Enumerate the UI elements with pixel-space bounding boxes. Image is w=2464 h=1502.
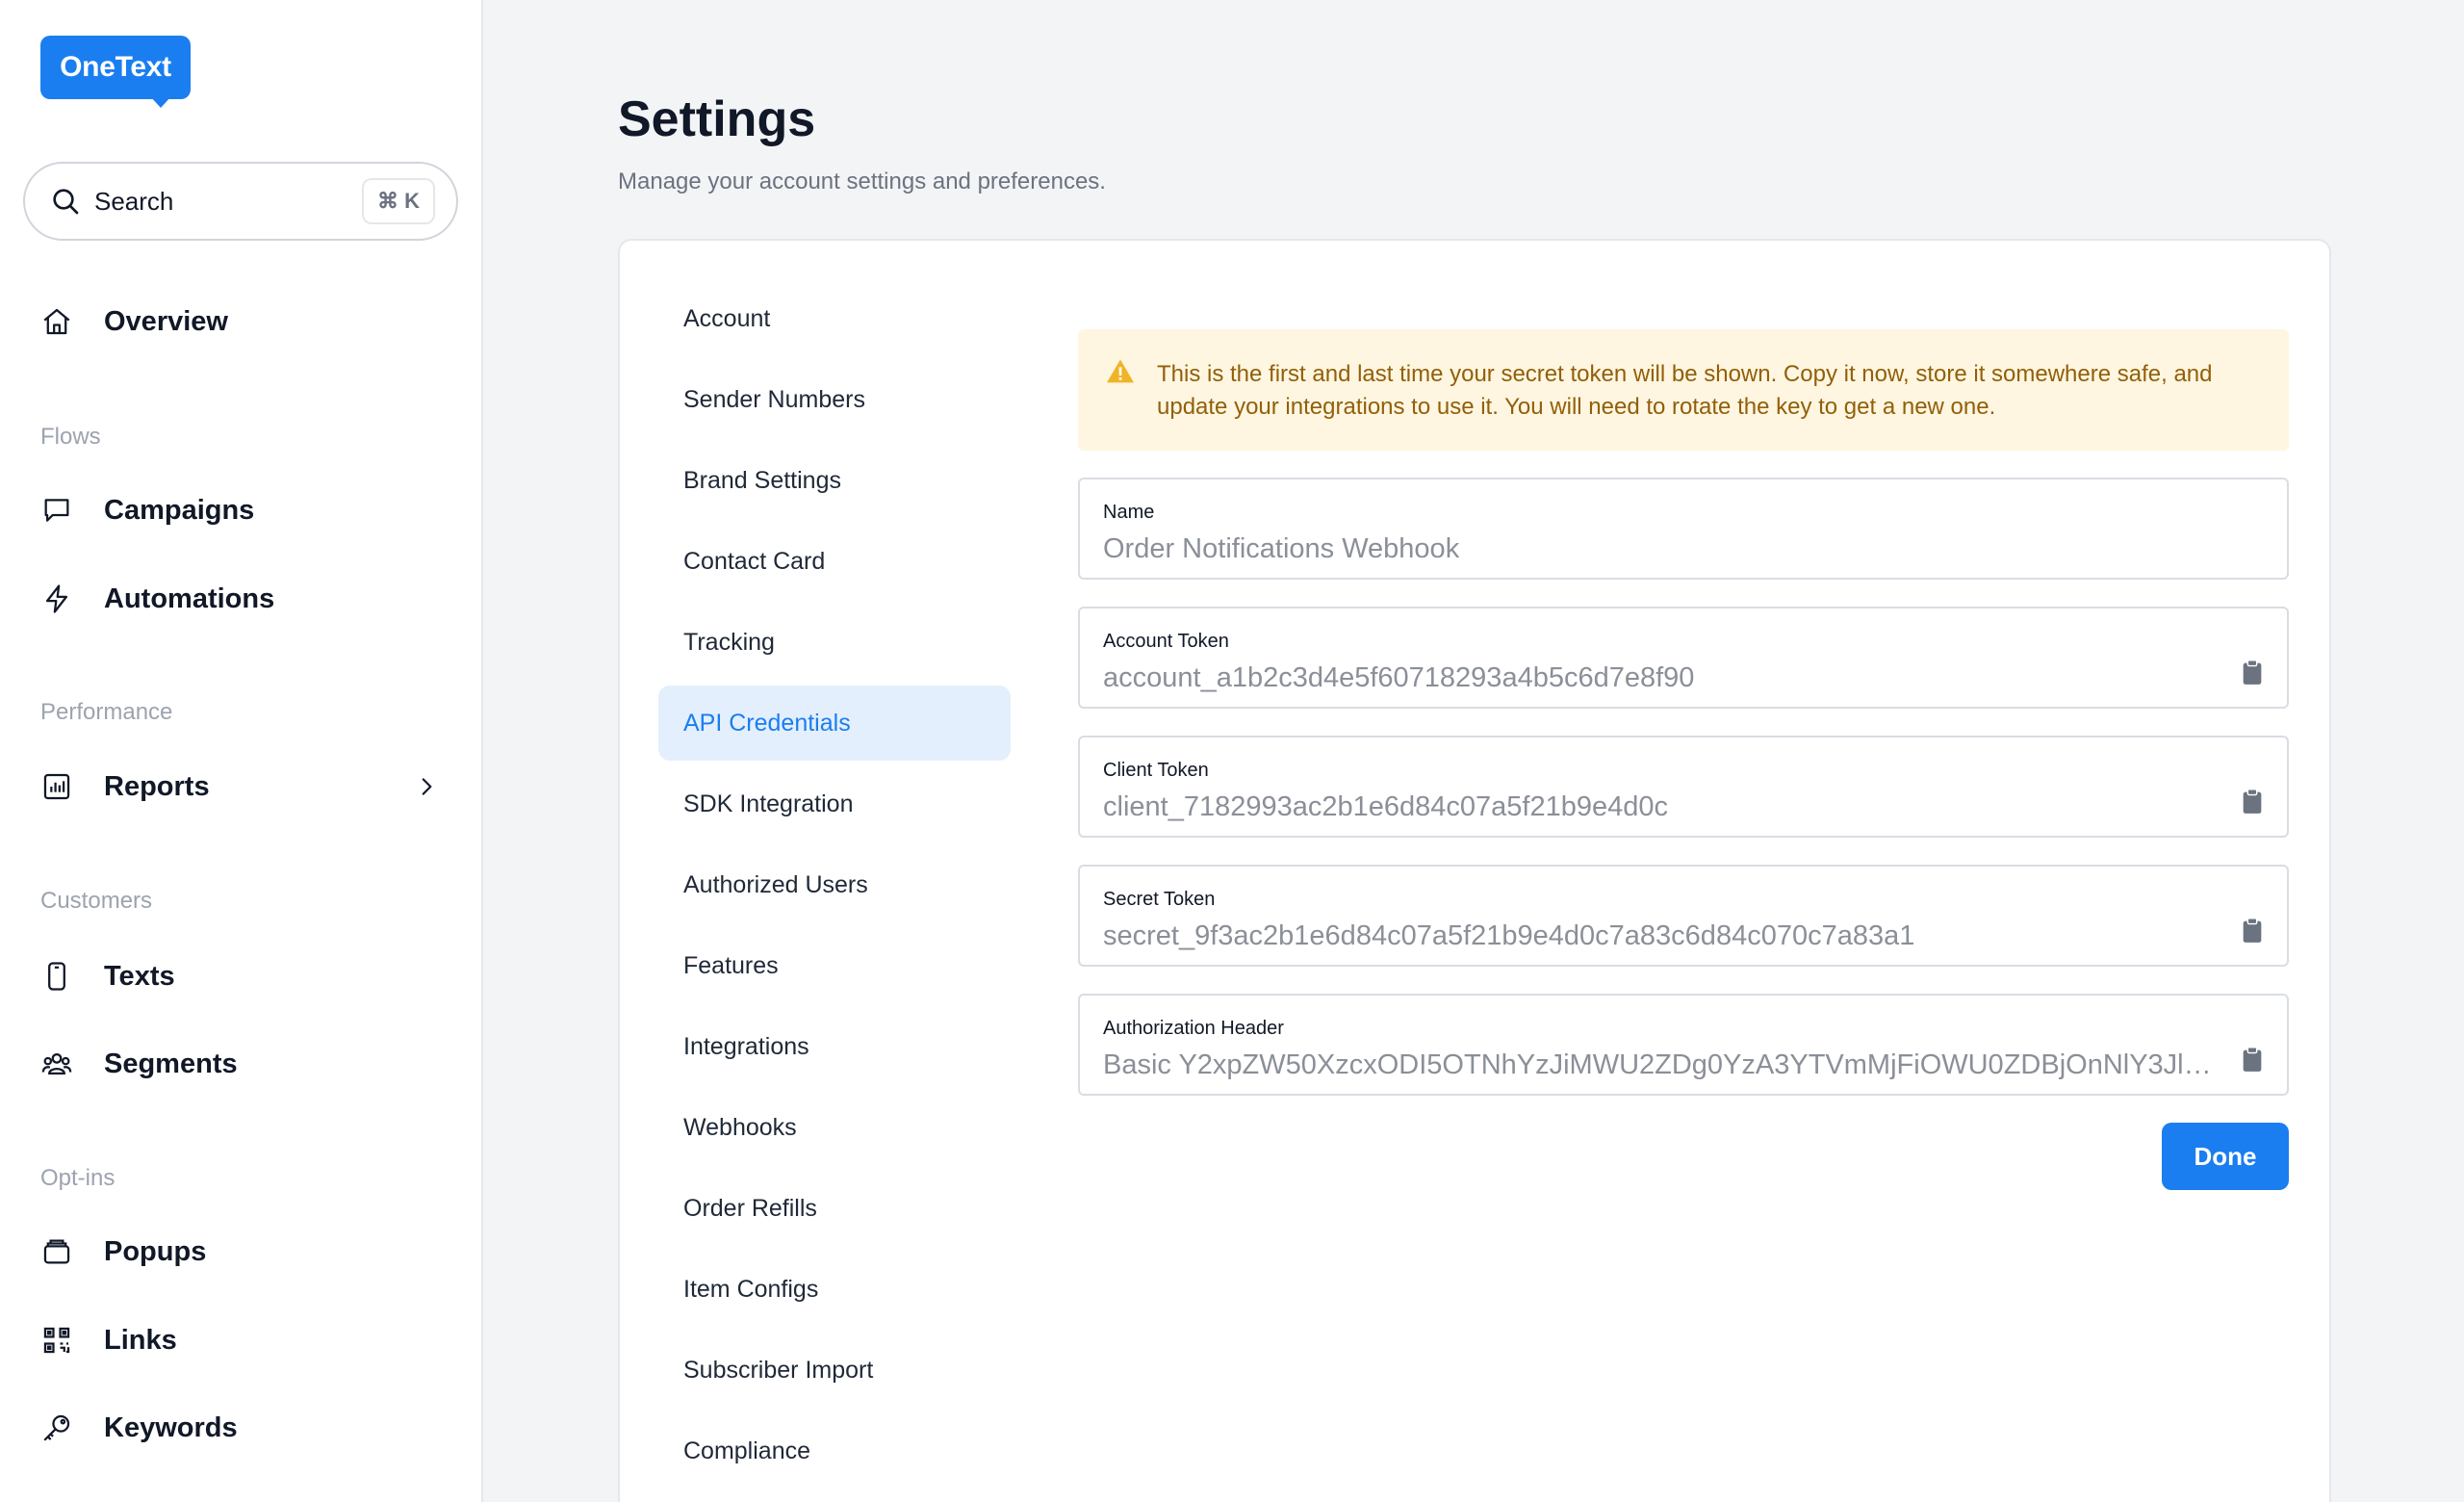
settings-nav-item[interactable]: Order Refills	[658, 1171, 1011, 1246]
authorization-header-value[interactable]: Basic Y2xpZW50XzcxODI5OTNhYzJiMWU2ZDg0Yz…	[1103, 1049, 2262, 1081]
name-field[interactable]: Name Order Notifications Webhook	[1078, 478, 2289, 580]
section-label-flows: Flows	[40, 424, 101, 450]
sidebar-item-popups[interactable]: Popups	[40, 1218, 445, 1285]
sidebar-item-label: Texts	[104, 960, 175, 992]
phone-icon	[48, 962, 65, 991]
account-token-field[interactable]: Account Token account_a1b2c3d4e5f6071829…	[1078, 607, 2289, 709]
sidebar-item-label: Reports	[104, 770, 210, 802]
sidebar-item-label: Campaigns	[104, 494, 255, 526]
warning-icon	[1107, 359, 1134, 383]
field-label: Authorization Header	[1103, 1018, 1284, 1039]
app-root: OneText Search ⌘ K Overview Flows Campai…	[0, 0, 2464, 1502]
page-subtitle: Manage your account settings and prefere…	[618, 168, 1106, 194]
window-stack-icon	[43, 1239, 70, 1264]
settings-nav-item[interactable]: Webhooks	[658, 1090, 1011, 1165]
sidebar-item-label: Overview	[104, 305, 228, 337]
chat-bubble-icon	[44, 499, 69, 522]
sidebar: OneText Search ⌘ K Overview Flows Campai…	[0, 0, 483, 1502]
name-value[interactable]: Order Notifications Webhook	[1103, 533, 2262, 565]
clipboard-icon[interactable]	[2241, 659, 2264, 686]
client-token-field[interactable]: Client Token client_7182993ac2b1e6d84c07…	[1078, 736, 2289, 838]
settings-nav-item[interactable]: Subscriber Import	[658, 1333, 1011, 1408]
settings-nav-item[interactable]: Compliance	[658, 1413, 1011, 1489]
sidebar-item-segments[interactable]: Segments	[40, 1030, 445, 1098]
settings-nav: Account Sender Numbers Brand Settings Conta…	[658, 281, 1011, 1494]
settings-nav-item[interactable]: API Credentials	[658, 686, 1011, 761]
clipboard-icon[interactable]	[2241, 1046, 2264, 1073]
search-label: Search	[94, 186, 174, 216]
done-button[interactable]: Done	[2162, 1123, 2289, 1190]
warning-text: This is the first and last time your sec…	[1157, 361, 2213, 420]
field-label: Account Token	[1103, 631, 1229, 652]
secret-token-warning: This is the first and last time your sec…	[1078, 329, 2289, 451]
qr-code-icon	[43, 1327, 70, 1354]
bar-chart-icon	[43, 773, 70, 800]
clipboard-icon[interactable]	[2241, 917, 2264, 944]
users-group-icon	[41, 1052, 72, 1075]
sidebar-item-automations[interactable]: Automations	[40, 565, 445, 633]
settings-nav-item[interactable]: Integrations	[658, 1009, 1011, 1084]
search-shortcut-badge: ⌘ K	[362, 178, 435, 224]
account-token-value[interactable]: account_a1b2c3d4e5f60718293a4b5c6d7e8f90	[1103, 662, 2262, 694]
field-label: Secret Token	[1103, 889, 1216, 910]
settings-nav-item[interactable]: Features	[658, 928, 1011, 1003]
field-label: Name	[1103, 502, 1155, 523]
sidebar-item-links[interactable]: Links	[40, 1307, 445, 1374]
sidebar-item-label: Segments	[104, 1048, 238, 1079]
home-icon	[43, 308, 70, 335]
settings-nav-item[interactable]: Brand Settings	[658, 443, 1011, 518]
sidebar-item-label: Automations	[104, 583, 275, 614]
sidebar-item-overview[interactable]: Overview	[40, 288, 445, 355]
settings-nav-item[interactable]: Authorized Users	[658, 847, 1011, 922]
settings-nav-item[interactable]: Sender Numbers	[658, 362, 1011, 437]
field-label: Client Token	[1103, 760, 1209, 781]
lightning-icon	[45, 584, 68, 613]
settings-nav-item[interactable]: Item Configs	[658, 1252, 1011, 1327]
sidebar-item-keywords[interactable]: Keywords	[40, 1394, 445, 1462]
brand-logo[interactable]: OneText	[40, 36, 191, 99]
logo-tail	[150, 96, 171, 108]
settings-nav-item[interactable]: Account	[658, 281, 1011, 356]
section-label-optins: Opt-ins	[40, 1165, 116, 1191]
sidebar-item-label: Keywords	[104, 1411, 238, 1443]
section-label-customers: Customers	[40, 888, 153, 914]
settings-nav-item[interactable]: Contact Card	[658, 524, 1011, 599]
sidebar-item-texts[interactable]: Texts	[40, 943, 445, 1010]
secret-token-value[interactable]: secret_9f3ac2b1e6d84c07a5f21b9e4d0c7a83c…	[1103, 920, 2262, 952]
chevron-right-icon	[422, 778, 432, 795]
sidebar-item-campaigns[interactable]: Campaigns	[40, 477, 445, 544]
secret-token-field[interactable]: Secret Token secret_9f3ac2b1e6d84c07a5f2…	[1078, 865, 2289, 967]
authorization-header-field[interactable]: Authorization Header Basic Y2xpZW50XzcxO…	[1078, 994, 2289, 1096]
settings-nav-item[interactable]: Tracking	[658, 605, 1011, 680]
sidebar-item-reports[interactable]: Reports	[40, 753, 445, 820]
clipboard-icon[interactable]	[2241, 788, 2264, 815]
settings-nav-item[interactable]: SDK Integration	[658, 766, 1011, 842]
sidebar-item-label: Links	[104, 1324, 177, 1356]
search-icon	[53, 189, 79, 215]
section-label-performance: Performance	[40, 699, 173, 725]
client-token-value[interactable]: client_7182993ac2b1e6d84c07a5f21b9e4d0c	[1103, 791, 2262, 823]
page-title: Settings	[618, 91, 816, 147]
key-icon	[43, 1414, 70, 1441]
sidebar-item-label: Popups	[104, 1235, 207, 1267]
search-input[interactable]: Search ⌘ K	[23, 162, 458, 241]
